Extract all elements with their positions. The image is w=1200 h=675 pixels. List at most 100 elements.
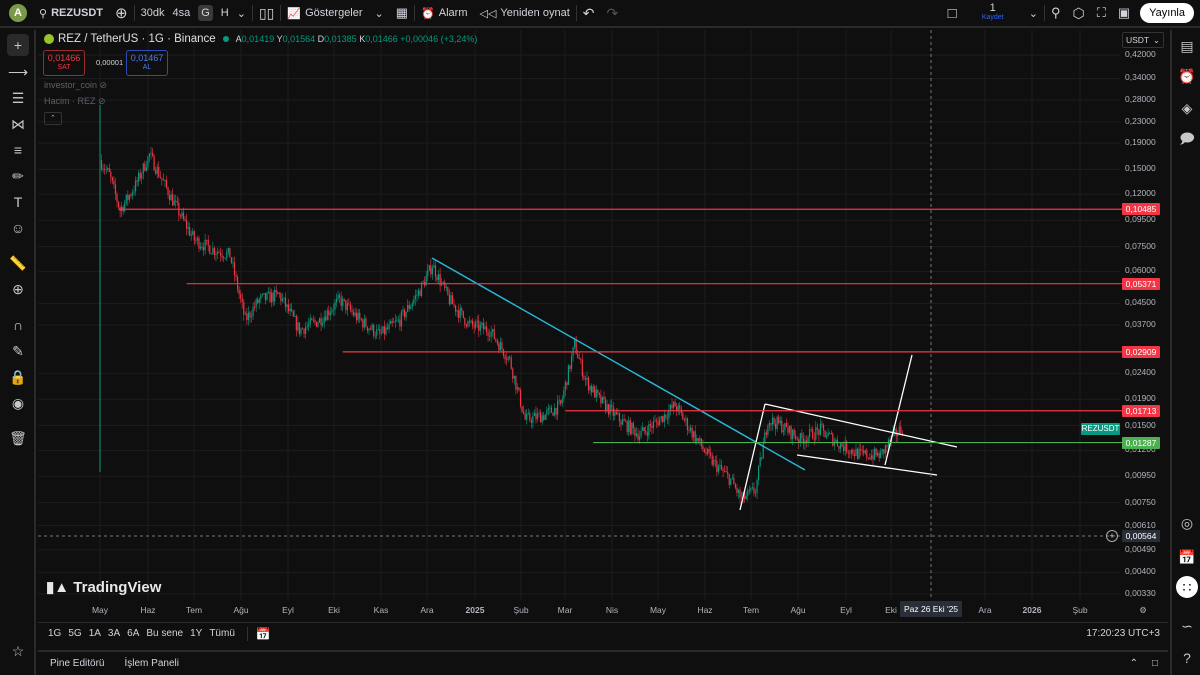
undo-icon[interactable]: ↶ <box>577 0 601 27</box>
settings-gear-icon[interactable]: ⬡ <box>1066 0 1090 27</box>
tab-pine-editor[interactable]: Pine Editörü <box>50 658 104 669</box>
candles-icon[interactable]: ▯▯ <box>253 0 280 27</box>
interval-1d[interactable]: G <box>198 5 213 21</box>
clock[interactable]: 17:20:23 UTC+3 <box>1086 628 1168 639</box>
lock-icon[interactable]: 🔒 <box>7 366 29 388</box>
trend-line-icon[interactable]: ⟶ <box>7 61 29 83</box>
fullscreen-icon[interactable]: ⛶ <box>1091 0 1112 27</box>
range-1g[interactable]: 1G <box>48 628 61 639</box>
tradingview-logo[interactable]: ▮▲ TradingView <box>46 578 161 596</box>
watchlist-star-icon[interactable]: ☆ <box>7 640 29 662</box>
candle-body <box>410 306 412 309</box>
indicators-button[interactable]: 📈 Göstergeler <box>281 0 368 27</box>
maximize-panel-icon[interactable]: □ <box>1152 658 1158 669</box>
candle-body <box>102 168 104 170</box>
chevron-up-icon[interactable]: ⌃ <box>1130 658 1138 669</box>
crosshair-icon[interactable]: + <box>7 34 29 56</box>
sell-button[interactable]: 0,01466 SAT <box>43 50 85 76</box>
interval-1w[interactable]: H <box>221 7 229 19</box>
horizontal-lines-icon[interactable]: ☰ <box>7 87 29 109</box>
layouts-grid-icon[interactable]: ▦ <box>390 0 414 27</box>
chevron-down-icon[interactable]: ⌄ <box>1023 0 1044 27</box>
add-alert-plus-icon[interactable]: + <box>1106 530 1118 542</box>
range-5g[interactable]: 5G <box>68 628 81 639</box>
ruler-icon[interactable]: 📏 <box>7 252 29 274</box>
candle-body <box>697 438 699 441</box>
collapse-legend-button[interactable]: ˆ <box>44 112 62 125</box>
layout-square-icon[interactable]: □ <box>942 0 963 27</box>
trash-icon[interactable]: 🗑 <box>7 427 29 449</box>
candle-body <box>284 297 287 308</box>
layers-icon[interactable]: ◈ <box>1176 97 1198 119</box>
breakout-projection-line[interactable] <box>884 354 913 466</box>
symbol-search[interactable]: ⚲ REZUSDT <box>33 0 109 27</box>
buy-button[interactable]: 0,01467 AL <box>126 50 168 76</box>
redo-icon[interactable]: ↷ <box>600 0 624 27</box>
candle-body <box>805 440 808 443</box>
chevron-down-icon[interactable]: ⌄ <box>237 7 246 20</box>
eye-hidden-icon[interactable]: ⊘ <box>100 80 108 90</box>
quick-search-icon[interactable]: ⚲ <box>1045 0 1067 27</box>
text-icon[interactable]: T <box>7 191 29 213</box>
emoji-icon[interactable]: ☺ <box>7 217 29 239</box>
avatar[interactable]: A <box>9 4 27 22</box>
axis-settings-gear-icon[interactable]: ⚙ <box>1139 605 1147 616</box>
candle-body <box>334 302 336 310</box>
zoom-in-icon[interactable]: ⊕ <box>7 278 29 300</box>
replay-button[interactable]: ◁◁ Yeniden oynat <box>474 0 576 27</box>
candle-body <box>595 389 597 398</box>
fib-tools-icon[interactable]: ≡ <box>7 139 29 161</box>
candle-body <box>294 315 296 317</box>
eye-icon[interactable]: ◉ <box>7 392 29 414</box>
flag-pole-line[interactable] <box>739 403 766 511</box>
range-1a[interactable]: 1A <box>89 628 101 639</box>
eye-hidden-icon[interactable]: ⊘ <box>98 96 106 106</box>
range-6a[interactable]: 6A <box>127 628 139 639</box>
descending-trendline[interactable] <box>431 257 806 471</box>
currency-selector[interactable]: USDT ⌄ <box>1122 32 1164 48</box>
chart-pane[interactable]: REZ / TetherUS · 1G · Binance A0,01419 Y… <box>38 30 1168 620</box>
candle-body <box>843 446 845 452</box>
chevron-down-icon[interactable]: ⌄ <box>369 0 390 27</box>
symbol-title[interactable]: REZ / TetherUS · 1G · Binance <box>58 33 216 45</box>
alarm-button[interactable]: ⏰ Alarm <box>415 0 473 27</box>
calendar-icon[interactable]: 📅 <box>1176 546 1198 568</box>
signal-icon[interactable]: ∽ <box>1176 615 1198 637</box>
price-chart[interactable] <box>38 30 1168 620</box>
symbol-price-tag: REZUSDT <box>1081 423 1120 435</box>
candle-body <box>385 327 387 335</box>
publish-button[interactable]: Yayınla <box>1140 3 1194 23</box>
lock-drawing-icon[interactable]: ✎ <box>7 340 29 362</box>
help-icon[interactable]: ? <box>1176 647 1198 669</box>
camera-icon[interactable]: ▣ <box>1112 0 1136 27</box>
price-tick: 0,07500 <box>1125 240 1156 251</box>
magnet-icon[interactable]: ∩ <box>7 314 29 336</box>
brush-icon[interactable]: ✏ <box>7 165 29 187</box>
range-bu-sene[interactable]: Bu sene <box>146 628 183 639</box>
go-to-date-calendar-icon[interactable]: 📅 <box>246 626 271 641</box>
interval-4h[interactable]: 4sa <box>172 7 190 19</box>
range-3a[interactable]: 3A <box>108 628 120 639</box>
watchlist-icon[interactable]: ▤ <box>1176 35 1198 57</box>
candle-body <box>462 310 464 318</box>
save-button[interactable]: 1 Kaydet <box>963 0 1023 27</box>
candle-body <box>884 445 886 454</box>
time-axis[interactable]: May Haz Tem Ağu Eyl Eki Kas Ara 2025 Şub Mar Nis May… <box>38 600 1168 620</box>
tab-trading-panel[interactable]: İşlem Paneli <box>124 658 178 669</box>
interval-30m[interactable]: 30dk <box>141 7 165 19</box>
candle-body <box>267 291 270 293</box>
candle-body <box>832 433 834 446</box>
chat-icon[interactable]: 🗩 <box>1176 129 1198 151</box>
target-icon[interactable]: ◎ <box>1176 512 1198 534</box>
range-1y[interactable]: 1Y <box>190 628 202 639</box>
apps-grid-icon[interactable]: ∷ <box>1176 576 1198 598</box>
candle-body <box>153 155 155 171</box>
pattern-icon[interactable]: ⋈ <box>7 113 29 135</box>
right-sidebar: ▤ ⏰ ◈ 🗩 ◎ 📅 ∷ ∽ ? <box>1170 30 1200 675</box>
range-tümü[interactable]: Tümü <box>209 628 235 639</box>
alarm-clock-icon[interactable]: ⏰ <box>1176 65 1198 87</box>
indicator-volume[interactable]: Hacim · REZ ⊘ <box>44 96 106 107</box>
indicator-investor-coin[interactable]: investor_coin ⊘ <box>44 80 107 91</box>
compare-symbol-button[interactable]: ⊕ <box>109 0 134 27</box>
candle-body <box>184 218 186 221</box>
